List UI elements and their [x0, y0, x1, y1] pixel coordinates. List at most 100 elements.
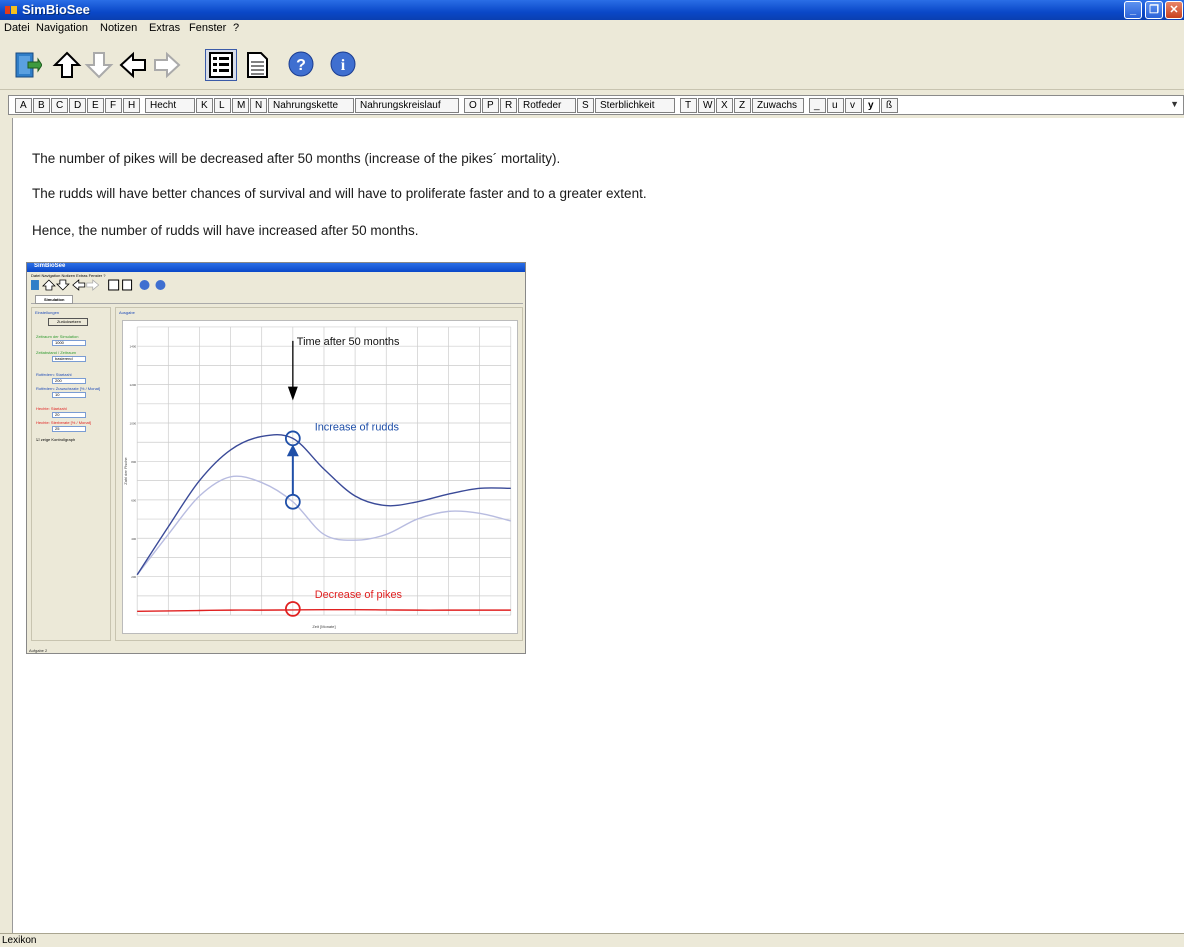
info-icon[interactable]: i	[328, 50, 358, 80]
svg-text:?: ?	[296, 57, 306, 74]
tab-sterblichkeit[interactable]: Sterblichkeit	[595, 98, 675, 113]
x-axis-label: Zeit [Monate]	[312, 624, 335, 629]
close-button[interactable]: ✕	[1165, 1, 1183, 19]
embedded-checkbox-text: zeige Kontrollgraph	[40, 437, 76, 442]
tab-e[interactable]: E	[87, 98, 104, 113]
menu-extras[interactable]: Extras	[149, 22, 180, 34]
toolbar: ? i	[0, 36, 1184, 90]
tab-hecht[interactable]: Hecht	[145, 98, 195, 113]
y-tick-label: 400	[131, 537, 136, 541]
embedded-field-input: 200	[52, 378, 86, 384]
y-tick-label: 600	[131, 498, 136, 502]
svg-text:i: i	[341, 57, 346, 74]
tab-w[interactable]: W	[698, 98, 715, 113]
menu-notizen[interactable]: Notizen	[100, 22, 137, 34]
time-arrow-head-icon	[287, 386, 298, 401]
embedded-output-header: Ausgabe	[119, 310, 135, 315]
menu-help[interactable]: ?	[233, 22, 239, 34]
rudds-arrow-head-icon	[286, 444, 299, 457]
window-title: SimBioSee	[22, 2, 90, 17]
population-chart: 200 400 600 800 1000 1200 1400 Zeit [Monate] Zah…	[122, 320, 518, 634]
tab-r[interactable]: R	[500, 98, 517, 113]
tab-z[interactable]: Z	[734, 98, 751, 113]
y-tick-label: 1000	[130, 422, 137, 426]
document-icon[interactable]	[242, 50, 272, 80]
embedded-title: SimBioSee	[34, 263, 66, 269]
tab-o[interactable]: O	[464, 98, 481, 113]
tab-l[interactable]: L	[214, 98, 231, 113]
tab-c[interactable]: C	[51, 98, 68, 113]
paragraph-pikes: The number of pikes will be decreased af…	[32, 151, 561, 166]
embedded-reset-button: Zurücksetzen	[48, 318, 88, 326]
list-view-icon[interactable]	[205, 49, 237, 81]
restore-button[interactable]: ❐	[1145, 1, 1163, 19]
tab-nahrungskreislauf[interactable]: Nahrungskreislauf	[355, 98, 459, 113]
exit-door-icon[interactable]	[12, 50, 42, 80]
embedded-field-label: Zeitraum der Simulation	[36, 334, 79, 339]
embedded-toolbar	[30, 279, 166, 291]
embedded-tab-row: Simulation	[31, 295, 523, 304]
help-icon[interactable]: ?	[286, 50, 316, 80]
tab-scroll-icon[interactable]: ▼	[1170, 99, 1179, 109]
content-area: The number of pikes will be decreased af…	[12, 118, 1184, 933]
tab-v[interactable]: v	[845, 98, 862, 113]
app-window: SimBioSee _ ❐ ✕ Datei Navigation Notizen…	[0, 0, 1184, 947]
y-axis-label: Zahl der Fische	[123, 457, 128, 485]
arrow-right-icon[interactable]	[152, 50, 182, 80]
tab-b[interactable]: B	[33, 98, 50, 113]
embedded-field-label: Zeitabstand / Zeitraum	[36, 350, 77, 355]
title-bar: SimBioSee _ ❐ ✕	[0, 0, 1184, 20]
embedded-field-label: Rotfedern: Zuwachsrate [% / Monat]	[36, 386, 101, 391]
app-icon	[5, 6, 17, 14]
embedded-settings-header: Einstellungen	[35, 310, 60, 315]
alphabet-tab-bar: A B C D E F H Hecht K L M N Nahrungskette Nahrungskre…	[8, 95, 1184, 115]
tab-h[interactable]: H	[123, 98, 140, 113]
tab-y[interactable]: y	[863, 98, 880, 113]
menu-navigation[interactable]: Navigation	[36, 22, 88, 34]
y-tick-label: 800	[131, 460, 136, 464]
tab-a[interactable]: A	[15, 98, 32, 113]
tab-s[interactable]: S	[577, 98, 594, 113]
embedded-title-bar: SimBioSee	[27, 263, 525, 272]
minimize-button[interactable]: _	[1124, 1, 1142, 19]
annotation-rudds-label: Increase of rudds	[315, 421, 400, 433]
tab-ß[interactable]: ß	[881, 98, 898, 113]
embedded-field-input: 25	[52, 426, 86, 432]
embedded-screenshot: SimBioSee Datei Navigation Notizen Extra…	[26, 262, 526, 654]
embedded-field-input: 20	[52, 412, 86, 418]
status-bar: Lexikon	[0, 933, 1184, 947]
annotation-pikes-label: Decrease of pikes	[315, 589, 403, 601]
embedded-status: Aufgabe 2	[29, 648, 48, 653]
embedded-field-label: Hechte: Sterberate [% / Monat]	[36, 420, 91, 425]
status-text: Lexikon	[2, 935, 37, 946]
tab-f[interactable]: F	[105, 98, 122, 113]
tab-t[interactable]: T	[680, 98, 697, 113]
embedded-field-label: Rotfedern: Startzahl	[36, 372, 72, 377]
embedded-field-input: basierend	[52, 356, 86, 362]
paragraph-rudds: The rudds will have better chances of su…	[32, 186, 647, 201]
embedded-settings-panel: Einstellungen Zurücksetzen Zeitraum der …	[31, 307, 111, 641]
tab-u[interactable]: u	[827, 98, 844, 113]
tab-m[interactable]: M	[232, 98, 249, 113]
tab-x[interactable]: X	[716, 98, 733, 113]
tab-underscore[interactable]: _	[809, 98, 826, 113]
menu-datei[interactable]: Datei	[4, 22, 30, 34]
embedded-output-panel: Ausgabe 200 400 600 800 1000 1200 1400 Zeit [Mo…	[115, 307, 523, 641]
menu-fenster[interactable]: Fenster	[189, 22, 226, 34]
y-tick-label: 200	[131, 575, 136, 579]
y-tick-label: 1400	[130, 345, 137, 349]
tab-k[interactable]: K	[196, 98, 213, 113]
embedded-checkbox-label: ☑ zeige Kontrollgraph	[36, 437, 76, 442]
arrow-left-icon[interactable]	[118, 50, 148, 80]
tab-zuwachs[interactable]: Zuwachs	[752, 98, 804, 113]
paragraph-hence: Hence, the number of rudds will have inc…	[32, 223, 419, 238]
arrow-up-icon[interactable]	[52, 50, 82, 80]
tab-nahrungskette[interactable]: Nahrungskette	[268, 98, 354, 113]
embedded-tab-simulation: Simulation	[35, 295, 73, 304]
tab-n[interactable]: N	[250, 98, 267, 113]
arrow-down-icon[interactable]	[84, 50, 114, 80]
tab-p[interactable]: P	[482, 98, 499, 113]
embedded-field-input: 10	[52, 392, 86, 398]
tab-d[interactable]: D	[69, 98, 86, 113]
tab-rotfeder[interactable]: Rotfeder	[518, 98, 576, 113]
